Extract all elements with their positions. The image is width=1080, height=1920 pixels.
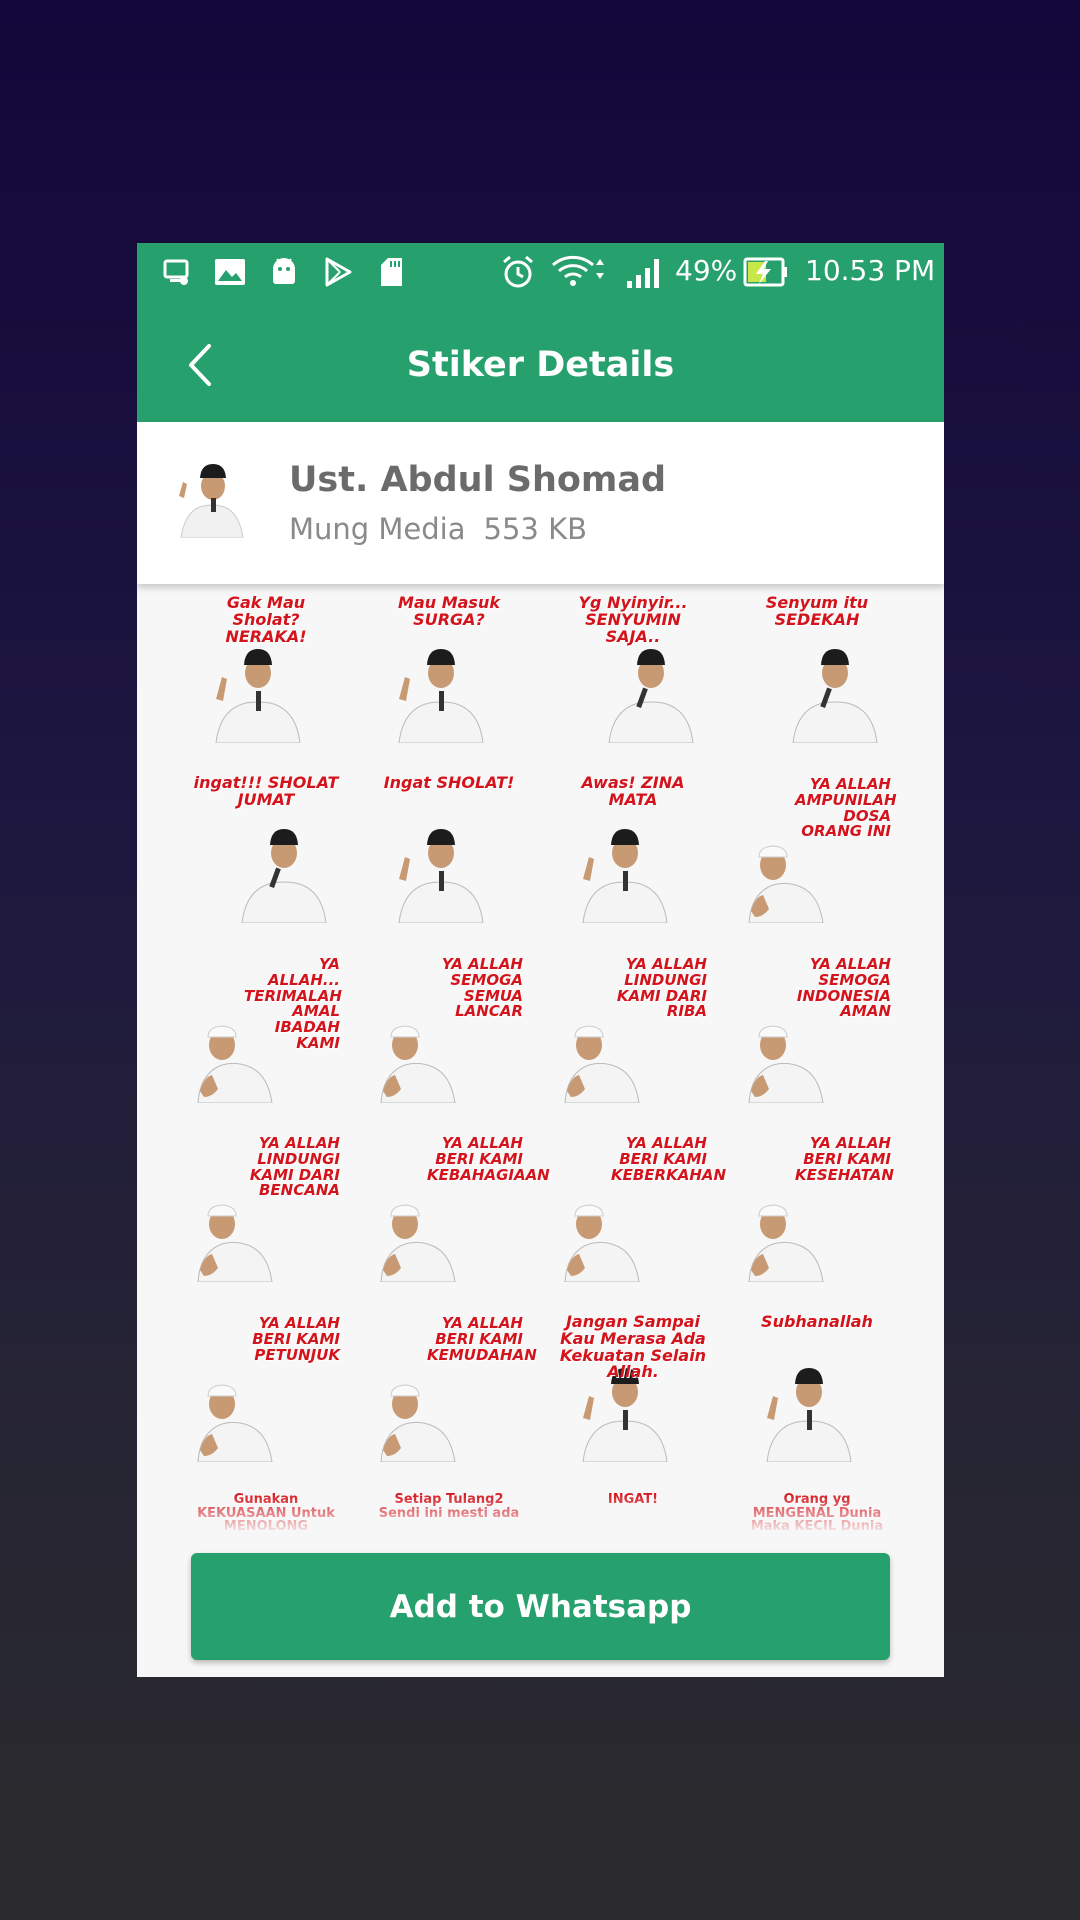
wifi-icon [551,255,607,289]
grid-fade [137,1493,944,1553]
sticker-caption: YA ALLAH BERI KAMI KEMUDAHAN [427,1314,537,1364]
sticker-item[interactable]: Gak Mau Sholat? NERAKA! [192,595,340,743]
sticker-item[interactable]: YA ALLAH SEMOGA INDONESIA AMAN [743,955,891,1103]
sticker-caption: Gak Mau Sholat? NERAKA! [225,595,307,646]
gallery-icon [213,255,247,289]
sticker-caption: Senyum itu SEDEKAH [765,595,869,629]
android-icon [269,255,299,289]
sticker-item[interactable]: Jangan Sampai Kau Merasa Ada Kekuatan Se… [559,1312,707,1462]
sticker-item[interactable]: Ingat SHOLAT! [375,773,523,923]
sticker-item[interactable]: YA ALLAH LINDUNGI KAMI DARI RIBA [559,955,707,1103]
sticker-caption: YA ALLAH LINDUNGI KAMI DARI BENCANA [249,1134,340,1200]
status-bar: 49% 10.53 PM [137,243,944,301]
sticker-item[interactable]: YA ALLAH BERI KAMI KEBERKAHAN [559,1134,727,1282]
app-bar: 49% 10.53 PM Stiker Details [137,243,944,422]
sticker-item[interactable]: YA ALLAH BERI KAMI KEBAHAGIAAN [375,1134,550,1282]
sticker-caption: YA ALLAH AMPUNILAH DOSA ORANG INI [795,775,897,841]
add-to-whatsapp-button[interactable]: Add to Whatsapp [191,1553,890,1660]
sticker-item[interactable]: Subhanallah [743,1312,891,1462]
sticker-item[interactable]: YA ALLAH... TERIMALAH AMAL IBADAH KAMI [192,955,342,1103]
sticker-caption: Jangan Sampai Kau Merasa Ada Kekuatan Se… [559,1312,707,1382]
sticker-item[interactable]: YA ALLAH LINDUNGI KAMI DARI BENCANA [192,1134,340,1282]
sticker-item[interactable]: YA ALLAH SEMOGA SEMUA LANCAR [375,955,523,1103]
clock: 10.53 PM [805,254,936,287]
pack-name: Ust. Abdul Shomad [289,460,667,500]
sticker-caption: YA ALLAH SEMOGA INDONESIA AMAN [796,955,891,1021]
sticker-caption: ingat!!! SHOLAT JUMAT [193,773,339,809]
sticker-caption: Mau Masuk SURGA? [398,595,500,629]
sticker-caption: YA ALLAH BERI KAMI PETUNJUK [252,1314,340,1364]
sticker-caption: Ingat SHOLAT! [383,773,515,792]
sticker-caption: YA ALLAH... TERIMALAH AMAL IBADAH KAMI [244,955,342,1052]
page-title: Stiker Details [406,345,675,385]
battery-charging-icon [743,255,789,289]
pack-meta: Mung Media 553 KB [289,512,587,546]
pack-thumbnail [171,456,253,539]
sticker-item[interactable]: ingat!!! SHOLAT JUMAT [192,773,340,923]
pack-info: Ust. Abdul Shomad Mung Media 553 KB [137,422,944,584]
sticker-item[interactable]: YA ALLAH BERI KAMI KEMUDAHAN [375,1314,537,1462]
sticker-caption: YA ALLAH BERI KAMI KESEHATAN [795,1134,894,1184]
pack-size: 553 KB [483,512,587,546]
play-store-icon [323,255,353,289]
sticker-item[interactable]: YA ALLAH AMPUNILAH DOSA ORANG INI [743,775,897,923]
sticker-item[interactable]: Awas! ZINA MATA [559,773,707,923]
sticker-caption: Awas! ZINA MATA [581,773,685,809]
sticker-caption: Subhanallah [761,1312,873,1331]
sticker-item[interactable]: Senyum itu SEDEKAH [743,595,891,743]
screen-cast-icon [161,255,193,289]
phone-screen: 49% 10.53 PM Stiker Details Ust. Abdul S… [137,243,944,1677]
sticker-caption: YA ALLAH BERI KAMI KEBAHAGIAAN [427,1134,550,1184]
sticker-item[interactable]: YA ALLAH BERI KAMI KESEHATAN [743,1134,894,1282]
sticker-caption: Yg Nyinyir... SENYUMIN SAJA.. [578,595,688,646]
signal-icon [625,255,665,289]
sticker-caption: YA ALLAH SEMOGA SEMUA LANCAR [441,955,523,1021]
battery-percent: 49% [675,254,738,287]
sticker-caption: YA ALLAH BERI KAMI KEBERKAHAN [611,1134,727,1184]
sd-card-icon [379,255,405,289]
sticker-item[interactable]: Mau Masuk SURGA? [375,595,523,743]
sticker-item[interactable]: YA ALLAH BERI KAMI PETUNJUK [192,1314,340,1462]
sticker-item[interactable]: Yg Nyinyir... SENYUMIN SAJA.. [559,595,707,743]
alarm-icon [499,255,537,289]
sticker-caption: YA ALLAH LINDUNGI KAMI DARI RIBA [616,955,707,1021]
pack-publisher: Mung Media [289,512,466,546]
